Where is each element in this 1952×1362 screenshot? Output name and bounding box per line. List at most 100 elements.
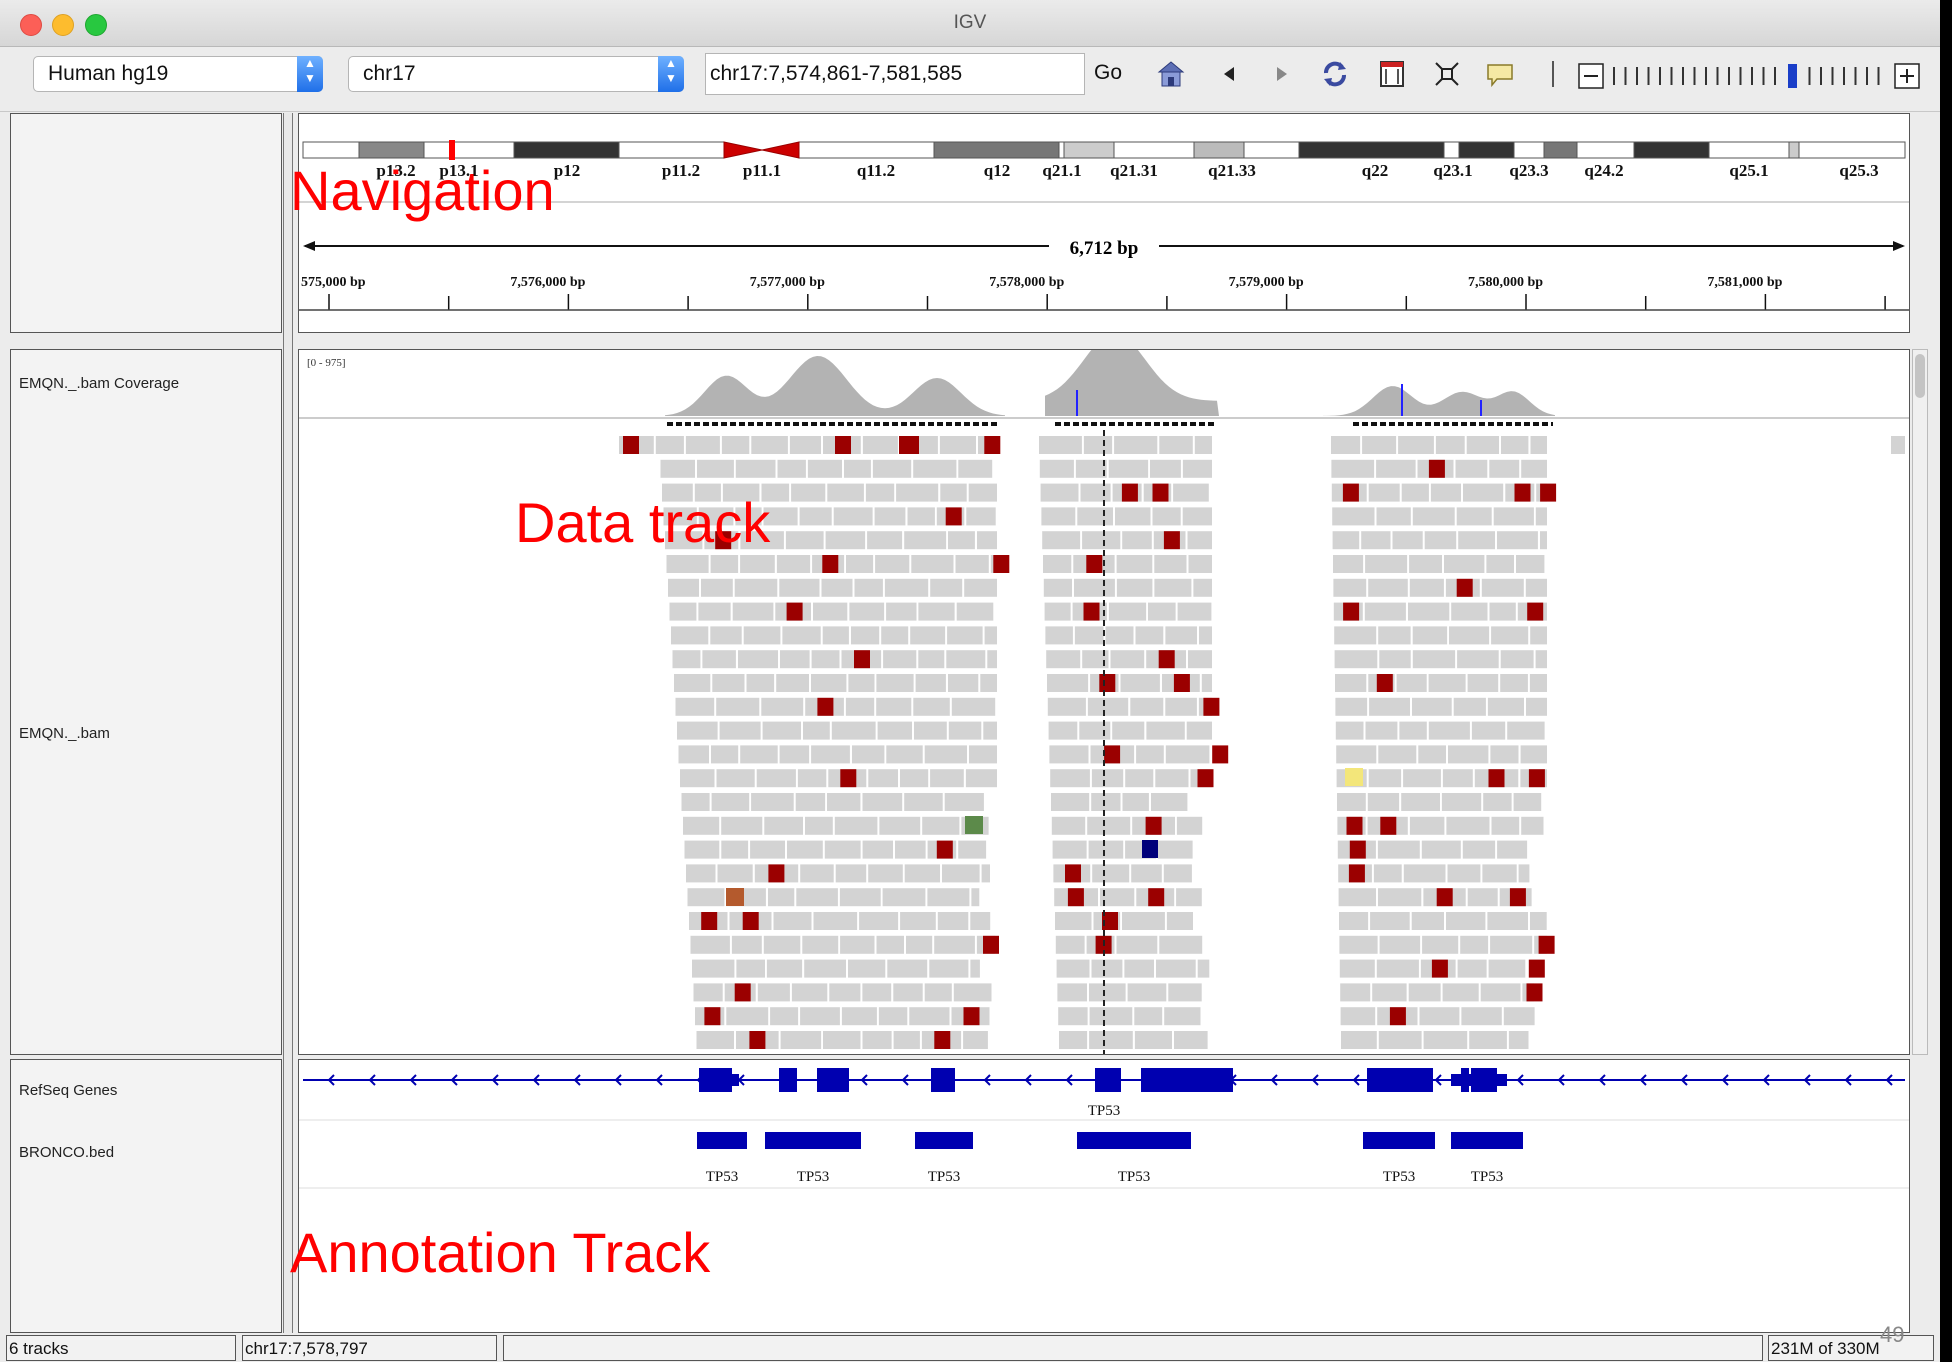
bam-track-name[interactable]: EMQN._.bam (19, 725, 110, 742)
read-mismatch (1099, 674, 1116, 692)
read (1526, 697, 1547, 716)
read (1087, 697, 1129, 716)
read (743, 626, 781, 645)
read-mismatch (1152, 483, 1169, 502)
read (1134, 1031, 1172, 1049)
read (1428, 721, 1470, 740)
read (669, 602, 697, 621)
read (1419, 1007, 1460, 1026)
read (913, 459, 957, 478)
ideogram-band (1458, 141, 1515, 159)
ideogram-band (1513, 141, 1545, 159)
read (1052, 840, 1087, 859)
ideogram-band-label: q24.2 (1584, 161, 1623, 180)
chromosome-select[interactable]: chr17 ▲ ▼ (348, 56, 684, 92)
read (1365, 721, 1398, 740)
ideogram-band-label: p12 (554, 161, 580, 180)
read (1409, 816, 1445, 835)
ruler-label: 7,576,000 bp (510, 275, 585, 290)
zoom-slider[interactable] (1578, 63, 1920, 89)
read (1455, 459, 1488, 478)
read-mismatch (1104, 745, 1121, 764)
read (1491, 816, 1520, 835)
read (956, 602, 994, 621)
alignment-view[interactable]: [0 - 975] (299, 350, 1909, 1054)
coverage-track-name[interactable]: EMQN._.bam Coverage (19, 375, 179, 392)
read (963, 1031, 988, 1049)
genome-select-value: Human hg19 (48, 62, 169, 85)
read (1500, 650, 1534, 669)
read (1449, 626, 1490, 645)
scrollbar-thumb[interactable] (1915, 354, 1925, 398)
read (1152, 507, 1181, 526)
read (922, 816, 960, 835)
data-scrollbar[interactable] (1912, 349, 1928, 1055)
region-of-interest-icon[interactable] (1432, 59, 1462, 89)
bed-feature-label: TP53 (797, 1169, 830, 1185)
read (1108, 602, 1147, 621)
read (692, 959, 735, 978)
read (802, 935, 839, 954)
read (668, 578, 699, 597)
read (782, 626, 821, 645)
read (984, 626, 997, 645)
read-mismatch (1349, 840, 1366, 859)
read (779, 745, 810, 764)
feature-tracks[interactable]: TP53 TP53 TP53 TP53 TP53 TP53 TP53 (299, 1060, 1909, 1332)
read (716, 769, 755, 788)
chromosome-ideogram[interactable]: p13.2 p13.1 p12 p11.2 p11.1 q11.2 q12 q21.1 q21.… (299, 114, 1909, 332)
exon (1141, 1068, 1185, 1092)
read (1530, 626, 1547, 645)
go-button[interactable]: Go (1094, 61, 1122, 85)
read (721, 840, 749, 859)
read (1535, 650, 1547, 669)
read (1058, 1007, 1088, 1026)
read (823, 1031, 861, 1049)
read (803, 721, 830, 740)
read (1051, 816, 1086, 835)
read (1201, 674, 1212, 692)
read (1451, 602, 1488, 621)
read-mismatch (945, 507, 962, 526)
read (1151, 793, 1188, 811)
read (1122, 793, 1149, 811)
ideogram-band (358, 141, 425, 159)
resize-tracks-icon[interactable] (1377, 59, 1407, 89)
read-mismatch (726, 888, 744, 906)
read (918, 602, 955, 621)
read (1367, 793, 1400, 811)
home-icon[interactable] (1156, 59, 1186, 89)
read (1150, 459, 1181, 478)
status-bar: 6 tracks chr17:7,578,797 231M of 330M (0, 1333, 1940, 1362)
locus-input[interactable]: chr17:7,574,861-7,581,585 (705, 53, 1085, 95)
exon (817, 1068, 849, 1092)
refseq-track-name[interactable]: RefSeq Genes (19, 1082, 117, 1099)
back-icon[interactable] (1214, 59, 1244, 89)
read (757, 983, 790, 1002)
read (829, 983, 861, 1002)
read (1490, 745, 1519, 764)
read (862, 840, 893, 859)
ideogram-band (1576, 141, 1635, 159)
ideogram-band-label: q21.33 (1208, 161, 1256, 180)
read (862, 983, 892, 1002)
read (968, 483, 997, 502)
popup-info-icon[interactable] (1485, 59, 1515, 89)
forward-icon[interactable] (1267, 59, 1297, 89)
coverage-peak (1323, 386, 1555, 416)
read (970, 912, 991, 930)
read-mismatch (965, 816, 983, 834)
read-mismatch (1488, 769, 1505, 788)
read (1155, 769, 1189, 788)
read (1471, 721, 1506, 740)
refresh-icon[interactable] (1320, 59, 1350, 89)
read (1340, 1007, 1376, 1026)
read (671, 626, 709, 645)
bed-track-name[interactable]: BRONCO.bed (19, 1144, 114, 1161)
genome-select[interactable]: Human hg19 ▲ ▼ (33, 56, 323, 92)
read (1463, 483, 1504, 502)
read (1082, 531, 1121, 550)
read (1516, 555, 1545, 573)
read (807, 459, 842, 478)
read (1493, 507, 1534, 526)
